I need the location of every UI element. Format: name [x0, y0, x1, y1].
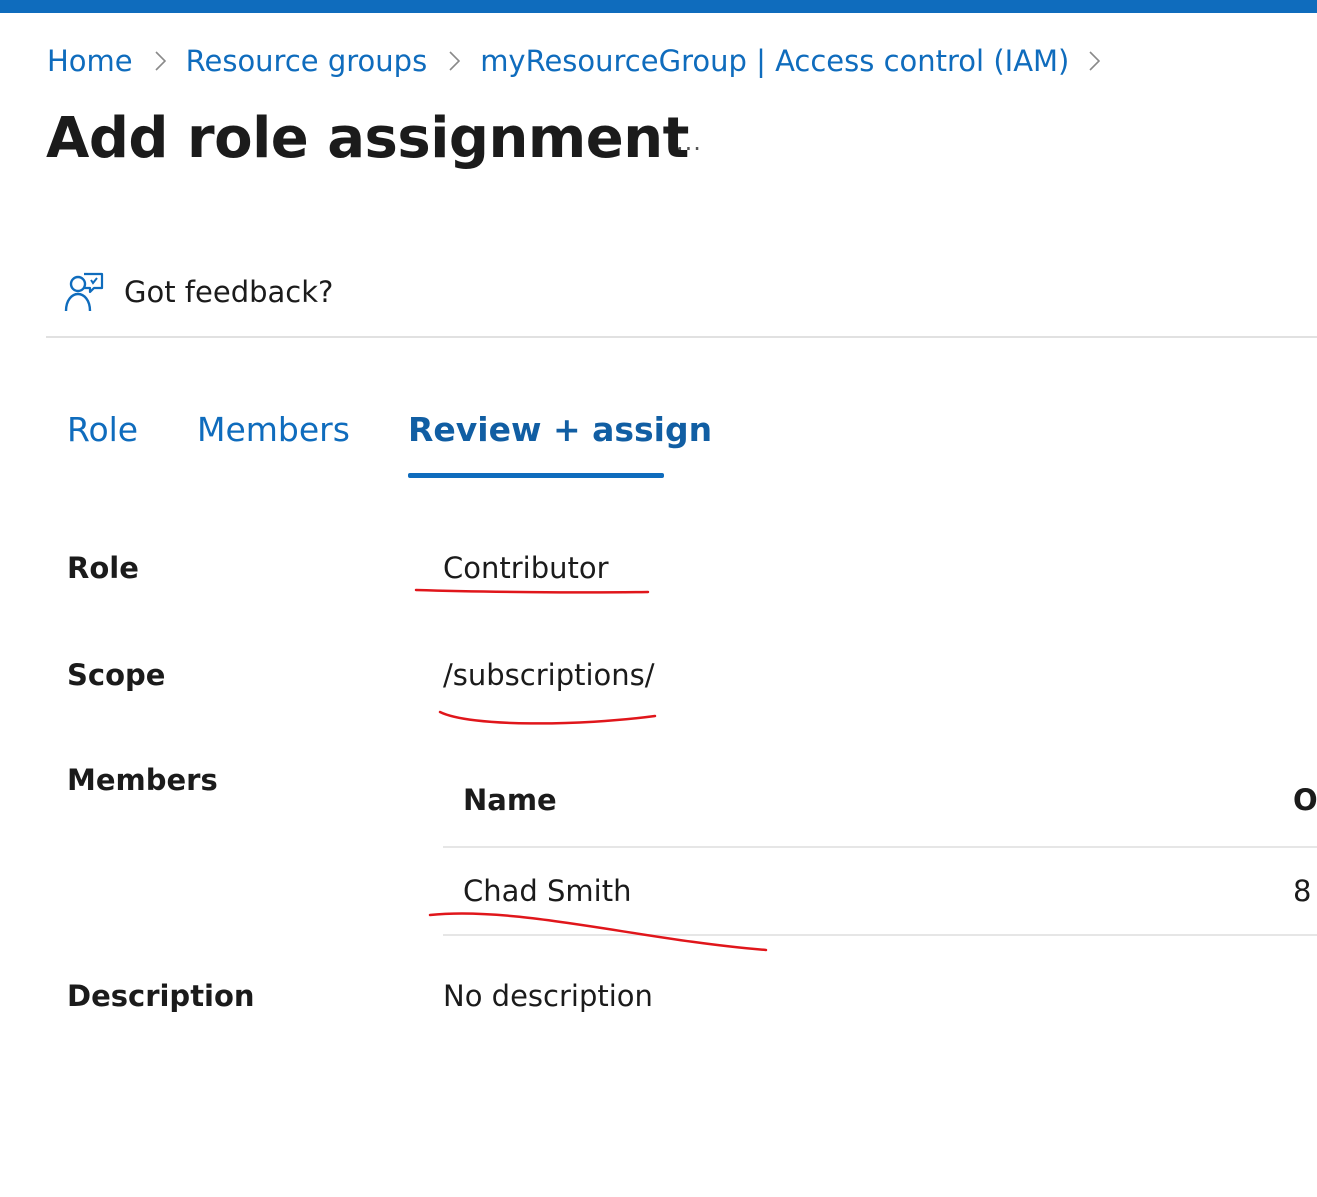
feedback-label: Got feedback? — [124, 275, 334, 309]
breadcrumb-resource-groups[interactable]: Resource groups — [186, 44, 428, 78]
feedback-icon — [64, 271, 104, 313]
annotation-underline-scope — [438, 710, 657, 725]
chevron-right-icon — [155, 51, 166, 71]
page-title: Add role assignment — [46, 106, 689, 171]
members-label: Members — [67, 763, 218, 797]
table-header-divider — [443, 846, 1317, 848]
tab-bar: Role Members Review + assign — [0, 410, 1317, 482]
member-object-id: 8 — [1293, 874, 1312, 908]
breadcrumb-access-control[interactable]: myResourceGroup | Access control (IAM) — [480, 44, 1069, 78]
tab-role[interactable]: Role — [67, 410, 138, 449]
members-table: Name O Chad Smith 8 — [443, 760, 1317, 938]
chevron-right-icon — [1089, 51, 1101, 71]
feedback-button[interactable]: Got feedback? — [64, 268, 333, 316]
role-value: Contributor — [443, 551, 609, 585]
active-tab-indicator — [408, 473, 664, 478]
description-value: No description — [443, 979, 653, 1013]
column-header-object-id: O — [1293, 783, 1317, 817]
description-label: Description — [67, 979, 255, 1013]
top-accent-bar — [0, 0, 1317, 13]
role-label: Role — [67, 551, 139, 585]
tab-review-assign[interactable]: Review + assign — [408, 410, 712, 449]
breadcrumb-home[interactable]: Home — [47, 44, 133, 78]
table-row-divider — [443, 934, 1317, 936]
annotation-layer — [414, 588, 768, 952]
annotation-underline-role — [414, 588, 650, 594]
scope-value: /subscriptions/ — [443, 658, 655, 692]
toolbar-divider — [46, 336, 1317, 338]
column-header-name: Name — [463, 783, 557, 817]
chevron-right-icon — [449, 51, 461, 71]
member-name: Chad Smith — [463, 874, 632, 908]
more-options-button[interactable]: ... — [676, 128, 702, 156]
breadcrumb: Home Resource groups myResourceGroup | A… — [47, 40, 1101, 82]
tab-members[interactable]: Members — [197, 410, 350, 449]
scope-label: Scope — [67, 658, 166, 692]
